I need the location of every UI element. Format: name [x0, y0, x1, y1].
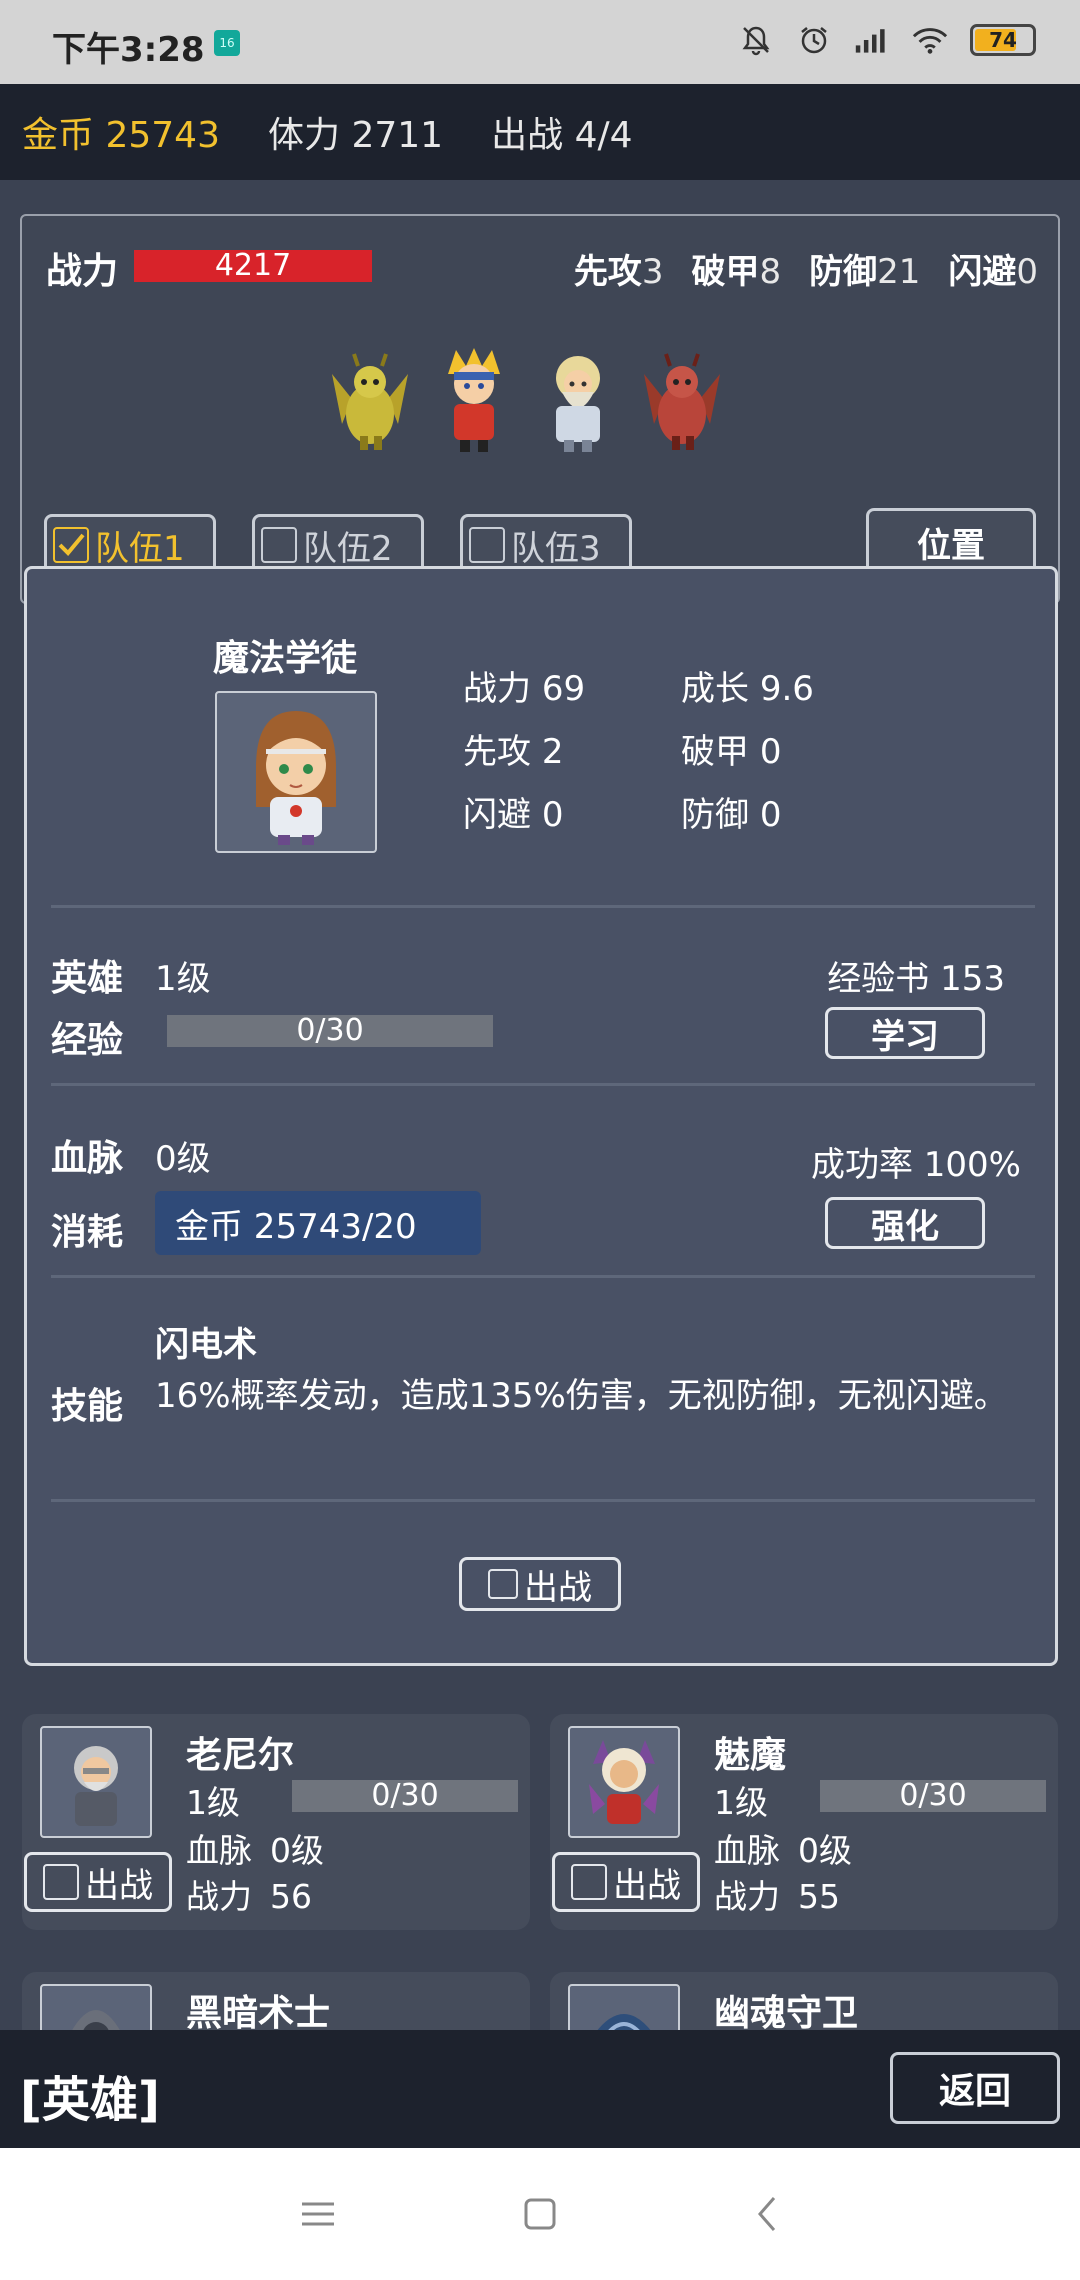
stat-armor-break: 破甲 0 — [681, 732, 782, 772]
checkbox-icon — [43, 1864, 79, 1900]
deploy-counter: 出战 4/4 — [491, 115, 633, 156]
exp-bar: 0/30 — [167, 1015, 493, 1047]
stamina-counter: 体力 2711 — [268, 115, 444, 156]
hero-card-name: 黑暗术士 — [186, 1993, 331, 2034]
exp-book-count: 经验书 153 — [827, 959, 1005, 999]
hero-card-vein: 血脉 0级 — [714, 1831, 852, 1870]
hero-card-portrait — [40, 1726, 152, 1838]
gold-dragon-sprite[interactable] — [322, 344, 418, 454]
hero-name: 魔法学徒 — [213, 638, 358, 679]
skill-name: 闪电术 — [155, 1325, 257, 1365]
checkbox-icon — [488, 1569, 518, 1599]
divider — [51, 1275, 1035, 1278]
status-bar: 下午3:28 16 74 — [0, 0, 1080, 84]
skill-description: 16%概率发动，造成135%伤害，无视防御，无视闪避。 — [155, 1376, 1008, 1416]
battery-level: 74 — [989, 28, 1017, 52]
checkbox-icon — [261, 527, 297, 563]
divider — [51, 1083, 1035, 1086]
hero-card-vein: 血脉 0级 — [186, 1831, 324, 1870]
stat-dodge: 闪避 0 — [463, 795, 564, 835]
bottom-bar: [英雄] 返回 — [0, 2030, 1080, 2148]
hero-card[interactable]: 魅魔 1级 0/30 血脉 0级 战力 55 出战 — [550, 1714, 1058, 1930]
hero-card-power: 战力 55 — [714, 1877, 840, 1916]
home-icon[interactable] — [518, 2192, 562, 2236]
tab-team-2-label: 队伍2 — [303, 528, 393, 569]
team-power-label: 战力 — [46, 251, 119, 292]
team-power-bar: 4217 — [134, 250, 372, 282]
back-nav-icon[interactable] — [746, 2192, 790, 2236]
hero-card-name: 幽魂守卫 — [714, 1993, 859, 2034]
hero-detail-dialog: 魔法学徒 战力 69 成长 9.6 先攻 2 破甲 0 闪避 0 防御 0 英雄… — [24, 566, 1058, 1666]
vein-label: 血脉 — [51, 1138, 124, 1179]
deploy-button[interactable]: 出战 — [459, 1557, 621, 1611]
hero-card-exp-bar: 0/30 — [820, 1780, 1046, 1812]
hero-card[interactable]: 老尼尔 1级 0/30 血脉 0级 战力 56 出战 — [22, 1714, 530, 1930]
success-rate: 成功率 100% — [810, 1145, 1021, 1185]
tab-team-1-label: 队伍1 — [95, 528, 185, 569]
mute-bell-icon — [738, 22, 774, 58]
team-attributes: 先攻3 破甲8 防御21 闪避0 — [574, 244, 1038, 293]
cost-box: 金币 25743/20 — [155, 1191, 481, 1255]
red-dragon-sprite[interactable] — [634, 344, 730, 454]
back-button[interactable]: 返回 — [890, 2052, 1060, 2124]
hero-card-deploy-button[interactable]: 出战 — [552, 1852, 700, 1912]
ninja-hero-sprite[interactable] — [426, 344, 522, 454]
hero-level-value: 1级 — [155, 959, 211, 999]
gold-counter: 金币 25743 — [22, 115, 220, 156]
hero-card-deploy-button[interactable]: 出战 — [24, 1852, 172, 1912]
attr-armor-break: 破甲8 — [691, 252, 782, 292]
status-time: 下午3:28 — [52, 30, 205, 70]
team-panel: 战力 4217 先攻3 破甲8 防御21 闪避0 队伍1 队伍2 队伍3 位置 — [20, 214, 1060, 604]
checkbox-icon — [571, 1864, 607, 1900]
hero-card-portrait — [568, 1726, 680, 1838]
hero-portrait — [215, 691, 377, 853]
divider — [51, 1499, 1035, 1502]
enhance-button[interactable]: 强化 — [825, 1197, 985, 1249]
battery-icon: 74 — [970, 24, 1036, 56]
hero-card-power: 战力 56 — [186, 1877, 312, 1916]
resource-bar: 金币 25743 体力 2711 出战 4/4 — [0, 84, 1080, 180]
skill-label: 技能 — [51, 1386, 124, 1427]
old-sage-sprite[interactable] — [530, 344, 626, 454]
stat-defense: 防御 0 — [681, 795, 782, 835]
hero-card-name: 老尼尔 — [186, 1735, 295, 1776]
wifi-icon — [912, 22, 948, 58]
hero-card-exp-bar: 0/30 — [292, 1780, 518, 1812]
page-title: [英雄] — [20, 2072, 160, 2128]
divider — [51, 905, 1035, 908]
deploy-button-label: 出战 — [524, 1567, 592, 1608]
attr-initiative: 先攻3 — [573, 252, 664, 292]
menu-icon[interactable] — [296, 2192, 340, 2236]
attr-dodge: 闪避0 — [948, 252, 1038, 292]
checkbox-checked-icon — [53, 527, 89, 563]
hero-stats: 战力 69 成长 9.6 先攻 2 破甲 0 闪避 0 防御 0 — [463, 661, 881, 836]
hero-card-level: 1级 — [186, 1783, 240, 1822]
system-nav-bar — [0, 2148, 1080, 2280]
alarm-icon — [796, 22, 832, 58]
hero-level-label: 英雄 — [51, 958, 124, 999]
attr-defense: 防御21 — [809, 252, 921, 292]
hero-card-level: 1级 — [714, 1783, 768, 1822]
stat-initiative: 先攻 2 — [463, 732, 564, 772]
cost-label: 消耗 — [51, 1212, 124, 1253]
tab-team-3-label: 队伍3 — [511, 528, 601, 569]
vein-level-value: 0级 — [155, 1139, 211, 1179]
stat-power: 战力 69 — [463, 669, 586, 709]
hero-card-name: 魅魔 — [714, 1735, 787, 1776]
exp-label: 经验 — [51, 1020, 124, 1061]
checkbox-icon — [469, 527, 505, 563]
learn-button[interactable]: 学习 — [825, 1007, 985, 1059]
team-portraits — [322, 344, 730, 454]
signal-icon — [854, 22, 890, 58]
stat-growth: 成长 9.6 — [681, 669, 814, 709]
app-notification-icon: 16 — [214, 30, 240, 56]
